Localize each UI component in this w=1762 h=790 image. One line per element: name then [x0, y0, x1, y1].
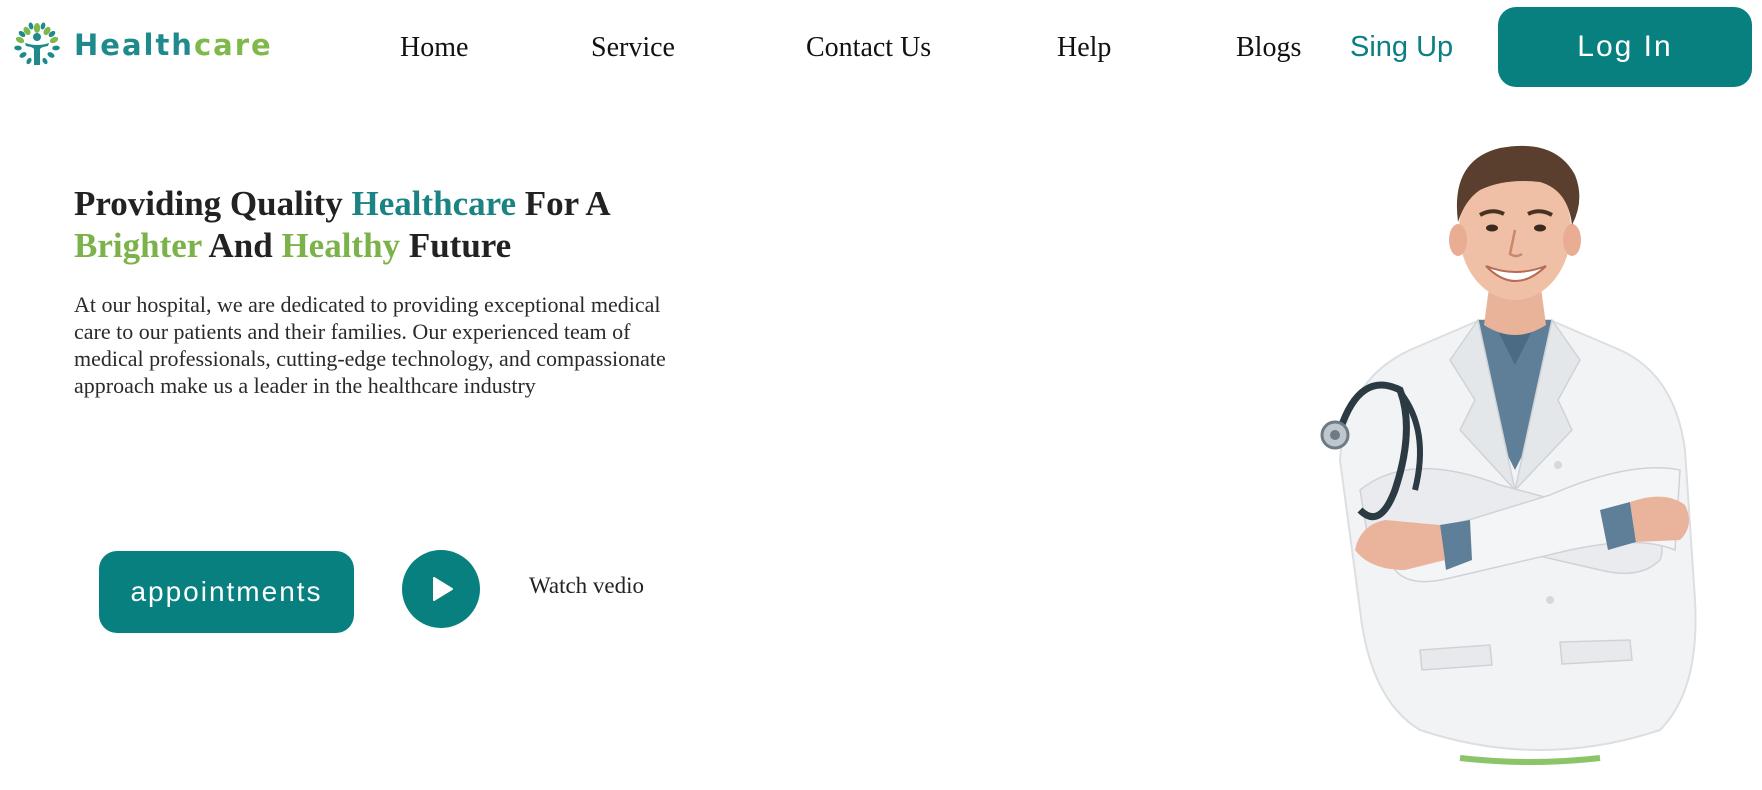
headline-highlight-brighter: Brighter — [74, 226, 202, 265]
tree-person-logo-icon — [14, 22, 60, 65]
nav-service[interactable]: Service — [591, 30, 675, 66]
top-navbar: Healthcare Home Service Contact Us Help … — [0, 0, 1762, 87]
brand-name: Healthcare — [74, 22, 273, 68]
doctor-photo — [1320, 145, 1697, 765]
brand-name-part2: care — [193, 28, 273, 62]
brand-logo[interactable]: Healthcare — [14, 22, 273, 68]
hero-description: At our hospital, we are dedicated to pro… — [74, 292, 666, 398]
hero-headline: Providing Quality Healthcare For A Bright… — [74, 183, 694, 267]
play-icon — [433, 577, 453, 601]
nav-blogs[interactable]: Blogs — [1236, 30, 1301, 66]
headline-highlight-healthy: Healthy — [281, 226, 401, 265]
headline-word: For A — [516, 184, 611, 223]
headline-word: Providing Quality — [74, 184, 352, 223]
headline-highlight-healthcare: Healthcare — [351, 184, 517, 223]
headline-word: And — [201, 226, 282, 265]
nav-help[interactable]: Help — [1057, 30, 1111, 66]
signup-link[interactable]: Sing Up — [1350, 28, 1453, 66]
watch-video-link[interactable]: Watch vedio — [529, 573, 644, 599]
appointments-button[interactable]: appointments — [99, 551, 354, 633]
headline-word: Future — [400, 226, 512, 265]
nav-contact-us[interactable]: Contact Us — [806, 30, 931, 66]
nav-home[interactable]: Home — [400, 30, 468, 66]
login-button[interactable]: Log In — [1498, 7, 1752, 87]
brand-name-part1: Health — [74, 28, 194, 62]
play-video-button[interactable] — [402, 550, 480, 628]
